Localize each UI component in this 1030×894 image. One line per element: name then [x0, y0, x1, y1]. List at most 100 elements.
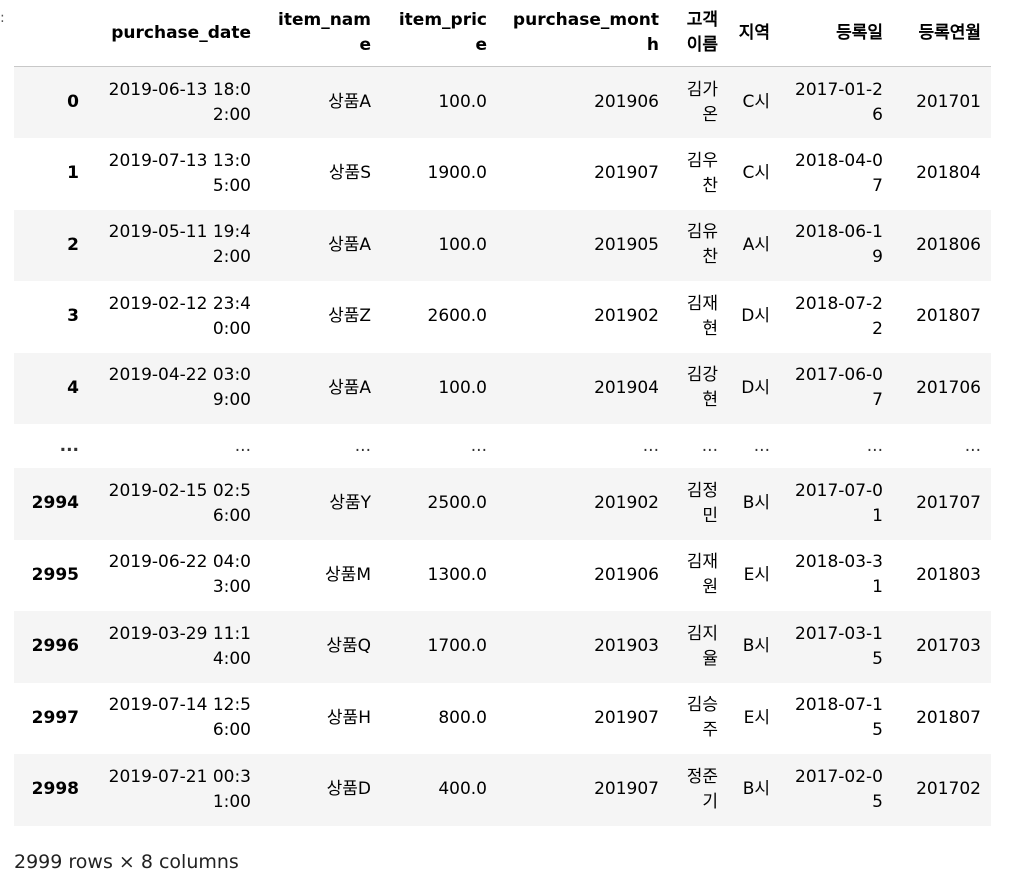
dataframe-output: purchase_date item_name item_price purch… [14, 0, 991, 826]
registration-date-cell: 2017-01-26 [795, 79, 883, 125]
column-header-registration-date: 등록일 [780, 0, 893, 67]
purchase-date-cell: 2019-07-13 13:05:00 [108, 150, 251, 196]
purchase-date-cell: 2019-07-21 00:31:00 [108, 766, 251, 812]
row-index: 2997 [31, 707, 79, 728]
header-row: purchase_date item_name item_price purch… [14, 0, 991, 67]
purchase-date-cell: 2019-02-15 02:56:00 [108, 480, 251, 526]
customer-name-cell: 김우찬 [686, 150, 718, 196]
region-cell: E시 [743, 707, 770, 728]
purchase-date-cell: 2019-02-12 23:40:00 [108, 293, 251, 339]
region-cell: B시 [742, 493, 770, 514]
item-name-cell: ... [354, 435, 371, 456]
table-row: 2 2019-05-11 19:42:00 상품A 100.0 201905 김유찬 A시 2… [14, 209, 991, 281]
region-cell: D시 [741, 377, 770, 398]
row-index: 2995 [31, 564, 79, 585]
purchase-month-cell: 201903 [594, 636, 659, 657]
column-header-item-price: item_price [381, 0, 497, 67]
row-index: 2994 [31, 493, 79, 514]
column-header-region: 지역 [728, 0, 780, 67]
row-index: 1 [67, 163, 79, 184]
column-header-customer-name: 고객이름 [669, 0, 728, 67]
purchase-month-cell: 201906 [594, 564, 659, 585]
item-price-cell: 1300.0 [427, 564, 487, 585]
registration-date-cell: ... [866, 435, 883, 456]
registration-date-cell: 2017-02-05 [795, 766, 883, 812]
item-price-cell: ... [470, 435, 487, 456]
purchase-month-cell: 201905 [594, 234, 659, 255]
item-name-cell: 상품A [328, 234, 371, 255]
registration-date-cell: 2017-07-01 [795, 480, 883, 526]
table-row: 2994 2019-02-15 02:56:00 상품Y 2500.0 201902 김정… [14, 468, 991, 540]
item-name-cell: 상품Y [329, 493, 371, 514]
item-name-cell: 상품A [328, 377, 371, 398]
item-price-cell: 1900.0 [427, 163, 487, 184]
region-cell: A시 [742, 234, 770, 255]
registration-month-cell: 201807 [916, 707, 981, 728]
registration-month-cell: 201804 [916, 163, 981, 184]
shape-summary: 2999 rows × 8 columns [14, 851, 239, 873]
item-name-cell: 상품H [326, 707, 371, 728]
table-row: 2997 2019-07-14 12:56:00 상품H 800.0 201907 김승주… [14, 682, 991, 754]
item-price-cell: 1700.0 [427, 636, 487, 657]
table-row: 3 2019-02-12 23:40:00 상품Z 2600.0 201902 김재현 D시… [14, 281, 991, 353]
customer-name-cell: 김승주 [686, 695, 718, 741]
region-cell: ... [753, 435, 770, 456]
output-edge-marker: : [0, 10, 5, 26]
column-header-item-name: item_name [261, 0, 381, 67]
customer-name-cell: 김강현 [686, 365, 718, 411]
row-index: 4 [67, 377, 79, 398]
item-price-cell: 800.0 [438, 707, 487, 728]
customer-name-cell: 김정민 [686, 480, 718, 526]
purchase-month-cell: 201902 [594, 493, 659, 514]
row-index: 2998 [31, 779, 79, 800]
row-index: 2 [67, 234, 79, 255]
item-name-cell: 상품S [328, 163, 371, 184]
registration-month-cell: 201701 [916, 92, 981, 112]
region-cell: B시 [742, 636, 770, 657]
registration-month-cell: 201803 [916, 564, 981, 585]
table-row: 4 2019-04-22 03:09:00 상품A 100.0 201904 김강현 D시 2… [14, 352, 991, 424]
item-price-cell: 100.0 [438, 92, 487, 112]
region-cell: B시 [742, 779, 770, 800]
column-header-registration-month: 등록연월 [893, 0, 991, 67]
purchase-month-cell: 201907 [594, 779, 659, 800]
registration-date-cell: 2018-04-07 [795, 150, 883, 196]
registration-month-cell: 201807 [916, 306, 981, 327]
registration-date-cell: 2018-03-31 [795, 552, 883, 598]
item-name-cell: 상품M [325, 564, 371, 585]
purchase-month-cell: 201907 [594, 707, 659, 728]
purchase-date-cell: 2019-06-13 18:02:00 [108, 79, 251, 125]
purchase-date-cell: 2019-06-22 04:03:00 [108, 552, 251, 598]
purchase-date-cell: ... [234, 435, 251, 456]
purchase-date-cell: 2019-03-29 11:14:00 [108, 623, 251, 669]
purchase-date-cell: 2019-05-11 19:42:00 [108, 222, 251, 268]
dataframe-table: purchase_date item_name item_price purch… [14, 0, 991, 826]
registration-date-cell: 2018-07-15 [795, 695, 883, 741]
registration-month-cell: 201706 [916, 377, 981, 398]
item-price-cell: 2500.0 [427, 493, 487, 514]
registration-month-cell: 201707 [916, 493, 981, 514]
region-cell: D시 [741, 306, 770, 327]
item-name-cell: 상품A [328, 92, 371, 112]
index-header [14, 0, 89, 67]
row-index: 2996 [31, 636, 79, 657]
item-name-cell: 상품Z [328, 306, 371, 327]
row-index: 0 [67, 92, 79, 112]
item-price-cell: 100.0 [438, 234, 487, 255]
purchase-month-cell: 201902 [594, 306, 659, 327]
table-row: 2996 2019-03-29 11:14:00 상품Q 1700.0 201903 김지… [14, 611, 991, 683]
customer-name-cell: 김재원 [686, 552, 718, 598]
customer-name-cell: 김지율 [686, 623, 718, 669]
purchase-date-cell: 2019-07-14 12:56:00 [108, 695, 251, 741]
item-price-cell: 100.0 [438, 377, 487, 398]
row-index: ... [59, 435, 79, 456]
item-price-cell: 2600.0 [427, 306, 487, 327]
purchase-month-cell: 201904 [594, 377, 659, 398]
customer-name-cell: 김가온 [686, 79, 718, 125]
table-row: 2998 2019-07-21 00:31:00 상품D 400.0 201907 정준기… [14, 754, 991, 826]
column-header-purchase-month: purchase_month [497, 0, 669, 67]
registration-month-cell: ... [964, 435, 981, 456]
purchase-month-cell: 201907 [594, 163, 659, 184]
purchase-date-cell: 2019-04-22 03:09:00 [108, 365, 251, 411]
customer-name-cell: 김재현 [686, 293, 718, 339]
